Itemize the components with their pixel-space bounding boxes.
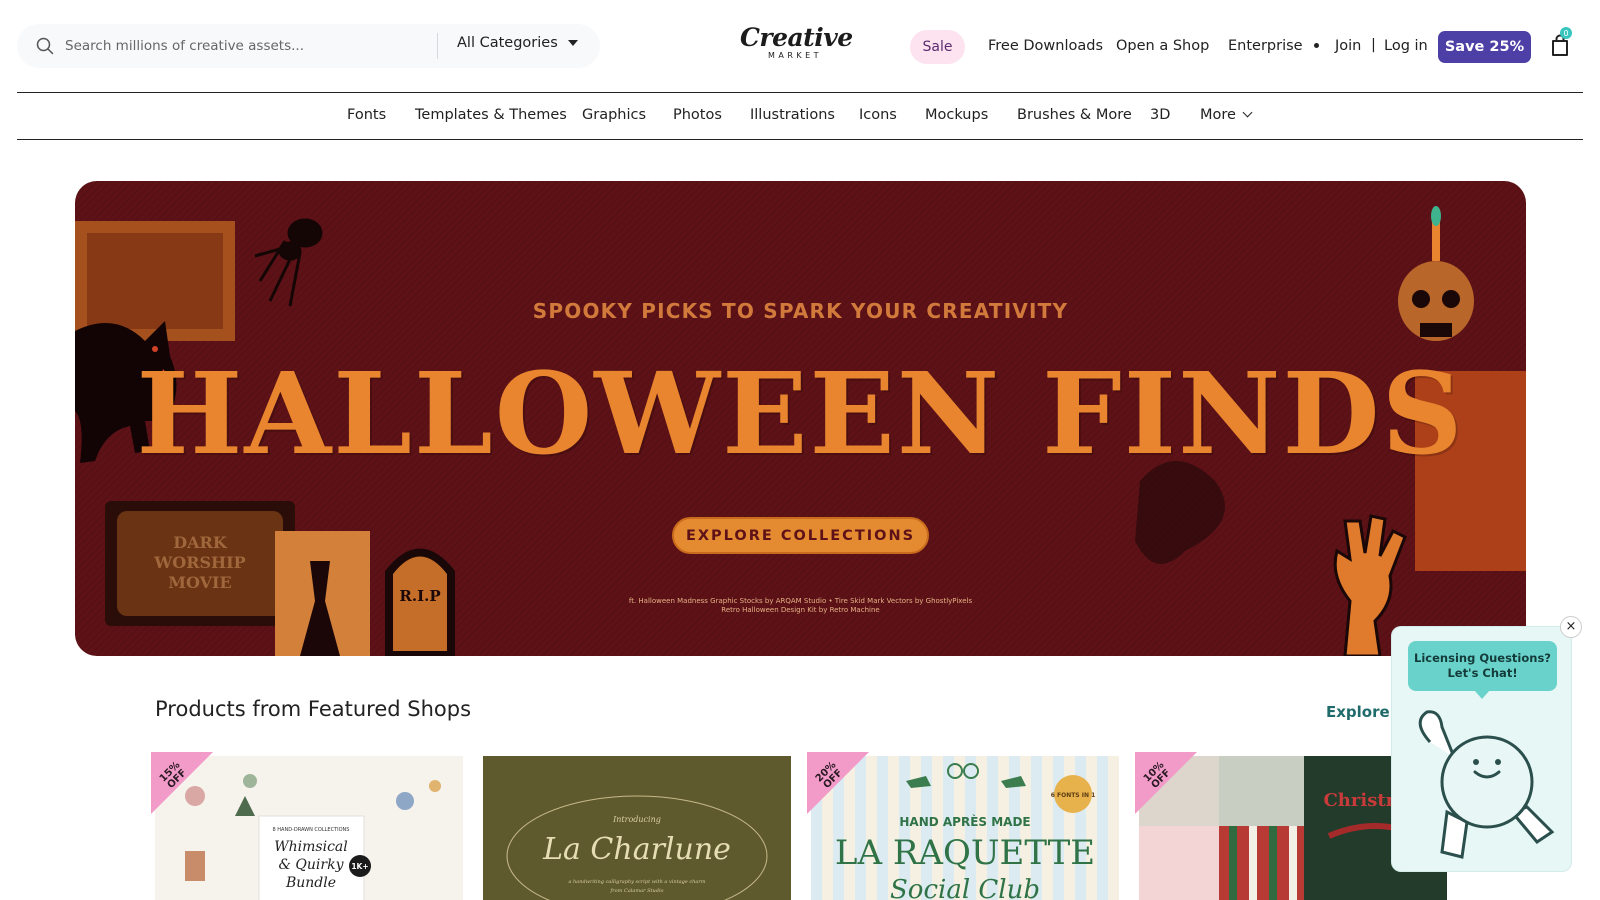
spider-illustration [254, 218, 323, 307]
sale-link[interactable]: Sale [910, 30, 965, 64]
search-input[interactable] [65, 34, 435, 58]
category-brushes-more[interactable]: Brushes & More [1017, 107, 1132, 123]
chat-close-button[interactable]: × [1560, 616, 1582, 638]
category-3d[interactable]: 3D [1150, 107, 1170, 123]
search-divider [437, 33, 438, 59]
card2-title: La Charlune [542, 832, 731, 867]
logo-wordmark: Creative [740, 23, 853, 52]
category-dropdown[interactable]: All Categories [457, 35, 578, 51]
banner-credit-line-1: ft. Halloween Madness Graphic Stocks by … [628, 597, 973, 605]
category-nav-divider [17, 139, 1583, 140]
card3-fonts-badge: 6 FONTS IN 1 [1051, 792, 1096, 799]
category-nav: Fonts Templates & Themes Graphics Photos… [0, 93, 1600, 139]
cart-count-badge: 0 [1560, 27, 1572, 39]
category-illustrations[interactable]: Illustrations [750, 107, 835, 123]
featured-section-title: Products from Featured Shops [155, 697, 472, 721]
product-thumbnail: Introducing La Charlune a handwriting ca… [483, 756, 791, 900]
mascot-illustration [1418, 710, 1555, 859]
search-icon [36, 37, 54, 55]
banner-tagline: SPOOKY PICKS TO SPARK YOUR CREATIVITY [532, 299, 1069, 323]
card3-top: HAND APRÈS MADE [899, 814, 1030, 829]
chat-widget[interactable]: Licensing Questions? Let's Chat! [1391, 626, 1572, 872]
nav-dot-separator [1314, 43, 1319, 48]
creative-market-logo[interactable]: Creative MARKET [740, 23, 853, 61]
save-25-button[interactable]: Save 25% [1438, 31, 1531, 63]
discount-ribbon-card-4: 10% OFF [1135, 752, 1197, 814]
nav-separator: | [1371, 37, 1376, 53]
discount-ribbon-card-3: 20% OFF [807, 752, 869, 814]
card1-sub: 8 HAND-DRAWN COLLECTIONS [273, 827, 350, 833]
category-templates-themes[interactable]: Templates & Themes [415, 107, 567, 123]
category-photos[interactable]: Photos [673, 107, 722, 123]
chevron-down-icon [1242, 107, 1253, 118]
discount-ribbon-card-1: 15% OFF [151, 752, 213, 814]
banner-credits: ft. Halloween Madness Graphic Stocks by … [75, 597, 1526, 615]
open-shop-link[interactable]: Open a Shop [1116, 38, 1209, 54]
login-link[interactable]: Log in [1384, 38, 1428, 54]
card1-badge: 1K+ [351, 862, 368, 871]
category-fonts[interactable]: Fonts [347, 107, 386, 123]
card2-intro: Introducing [612, 815, 661, 824]
product-card-la-charlune[interactable]: Introducing La Charlune a handwriting ca… [483, 756, 791, 900]
search-bar[interactable]: All Categories [17, 24, 600, 68]
card2-sub: a handwriting calligraphy script with a … [568, 879, 705, 885]
category-icons[interactable]: Icons [859, 107, 897, 123]
category-more-label: More [1200, 107, 1236, 123]
join-link[interactable]: Join [1335, 38, 1361, 54]
svg-text:DARK: DARK [173, 533, 228, 552]
logo-subtext: MARKET [767, 51, 823, 60]
caret-down-icon [567, 40, 578, 46]
category-graphics[interactable]: Graphics [582, 107, 646, 123]
explore-collections-button[interactable]: EXPLORE COLLECTIONS [672, 517, 929, 554]
chat-prompt-line-2: Let's Chat! [1447, 666, 1518, 680]
category-mockups[interactable]: Mockups [925, 107, 988, 123]
card3-subtitle: Social Club [890, 875, 1040, 900]
card1-title-line-3: Bundle [285, 875, 336, 891]
category-dropdown-label: All Categories [457, 35, 558, 51]
svg-text:MOVIE: MOVIE [168, 573, 231, 592]
chat-prompt-bubble[interactable]: Licensing Questions? Let's Chat! [1408, 641, 1557, 699]
category-more[interactable]: More [1200, 107, 1253, 123]
card2-sub-2: from Calamar Studio [609, 888, 663, 894]
card1-title-line-2: & Quirky [279, 857, 345, 873]
enterprise-link[interactable]: Enterprise [1228, 38, 1303, 54]
free-downloads-link[interactable]: Free Downloads [988, 38, 1103, 54]
card1-title-line-1: Whimsical [274, 839, 348, 855]
chat-prompt-line-1: Licensing Questions? [1414, 651, 1551, 665]
banner-headline: HALLOWEEN FINDS [136, 349, 1465, 480]
svg-text:WORSHIP: WORSHIP [153, 553, 245, 572]
halloween-hero-banner[interactable]: DARK WORSHIP MOVIE R.I.P SPOOKY PICKS TO… [75, 181, 1526, 656]
banner-credit-line-2: Retro Halloween Design Kit by Retro Mach… [721, 606, 880, 614]
card3-title: LA RAQUETTE [835, 833, 1095, 873]
site-header: All Categories Creative MARKET Sale Free… [0, 0, 1600, 92]
